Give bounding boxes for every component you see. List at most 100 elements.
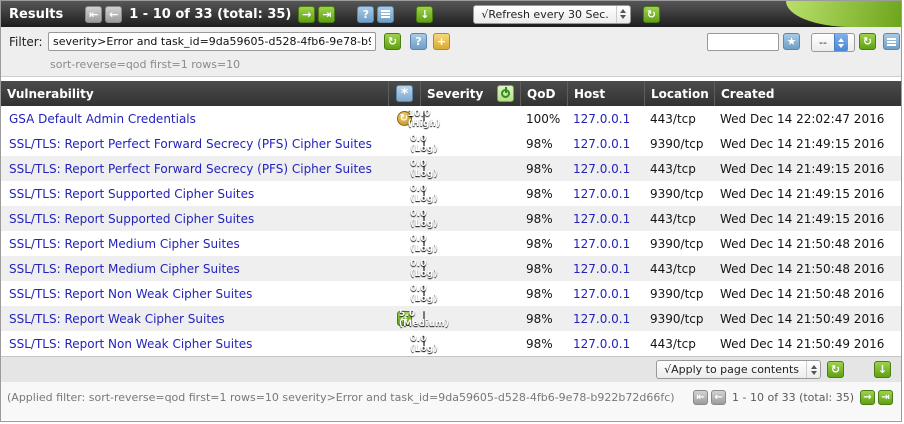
next-page-icon: → [863, 393, 871, 403]
make-named-filter-button[interactable]: ★ [783, 33, 800, 50]
host-link[interactable]: 127.0.0.1 [573, 212, 630, 226]
host-link[interactable]: 127.0.0.1 [573, 287, 630, 301]
severity-bar: 0.0 (Log) [423, 261, 425, 277]
result-name-link[interactable]: GSA Default Admin Credentials [9, 112, 196, 126]
severity-bar: 5.0 (Medium) [423, 311, 425, 327]
location-value: 9390/tcp [644, 312, 714, 326]
severity-bar: 10.0 (High) [423, 111, 425, 127]
footer-pagination: ⇤ ← 1 - 10 of 33 (total: 35) → ⇥ [693, 390, 893, 405]
saved-filter-value: -- [819, 36, 827, 49]
table-row: SSL/TLS: Report Perfect Forward Secrecy … [1, 131, 901, 156]
location-value: 9390/tcp [644, 237, 714, 251]
table-header-row: Vulnerability * Severity QoD Host Locati… [1, 81, 901, 106]
first-page-button[interactable]: ⇤ [85, 6, 102, 23]
result-name-link[interactable]: SSL/TLS: Report Non Weak Cipher Suites [9, 287, 252, 301]
saved-filter-select[interactable]: -- [811, 33, 855, 52]
location-value: 443/tcp [644, 212, 714, 226]
created-value: Wed Dec 14 21:50:49 2016 [714, 337, 901, 351]
next-page-icon: → [302, 9, 311, 20]
apply-overrides-select[interactable]: √Apply to page contents [656, 360, 821, 379]
host-link[interactable]: 127.0.0.1 [573, 337, 630, 351]
table-row: SSL/TLS: Report Perfect Forward Secrecy … [1, 156, 901, 181]
refresh-icon: ↻ [388, 36, 397, 47]
result-name-link[interactable]: SSL/TLS: Report Supported Cipher Suites [9, 187, 254, 201]
pagination-label: 1 - 10 of 33 (total: 35) [732, 391, 854, 404]
host-link[interactable]: 127.0.0.1 [573, 312, 630, 326]
refresh-icon: ↻ [647, 9, 656, 20]
new-filter-icon: + [437, 36, 446, 47]
column-header-host[interactable]: Host [567, 81, 644, 106]
result-name-link[interactable]: SSL/TLS: Report Perfect Forward Secrecy … [9, 162, 372, 176]
column-header-severity[interactable]: Severity [420, 81, 520, 106]
host-link[interactable]: 127.0.0.1 [573, 187, 630, 201]
host-link[interactable]: 127.0.0.1 [573, 162, 630, 176]
column-header-vulnerability[interactable]: Vulnerability [1, 81, 388, 106]
filter-name-input[interactable] [707, 33, 779, 51]
table-row: SSL/TLS: Report Supported Cipher Suites … [1, 181, 901, 206]
apply-saved-filter-button[interactable]: ↻ [859, 33, 876, 50]
column-header-location[interactable]: Location [644, 81, 714, 106]
next-page-button[interactable]: → [860, 390, 875, 405]
host-link[interactable]: 127.0.0.1 [573, 112, 630, 126]
severity-bar: 0.0 (Log) [423, 286, 425, 302]
last-page-button[interactable]: ⇥ [878, 390, 893, 405]
filter-help-button[interactable]: ? [410, 33, 427, 50]
bottom-toolbar: √Apply to page contents ↻ ↓ [1, 356, 901, 382]
column-header-solution-type[interactable]: * [388, 81, 420, 106]
host-link[interactable]: 127.0.0.1 [573, 262, 630, 276]
column-header-created[interactable]: Created [714, 81, 901, 106]
status-bar: (Applied filter: sort-reverse=qod first=… [1, 382, 901, 420]
severity-bar: 0.0 (Log) [423, 336, 425, 352]
help-icon: ? [363, 9, 369, 20]
result-name-link[interactable]: SSL/TLS: Report Medium Cipher Suites [9, 262, 240, 276]
pagination-label: 1 - 10 of 33 (total: 35) [129, 7, 291, 22]
table-row: GSA Default Admin Credentials ↻ ⇄ 10.0 (… [1, 106, 901, 131]
list-icon [887, 41, 896, 43]
help-button[interactable]: ? [357, 6, 374, 23]
select-spinner-icon [616, 6, 630, 23]
result-name-link[interactable]: SSL/TLS: Report Medium Cipher Suites [9, 237, 240, 251]
apply-overrides-value: √Apply to page contents [664, 363, 799, 376]
download-filtered-button[interactable]: ↓ [874, 361, 891, 378]
column-header-qod[interactable]: QoD [520, 81, 567, 106]
filter-input[interactable] [48, 32, 376, 51]
overrides-toggle-icon[interactable] [497, 85, 514, 102]
created-value: Wed Dec 14 21:49:15 2016 [714, 187, 901, 201]
qod-value: 98% [520, 212, 567, 226]
refresh-interval-value: √Refresh every 30 Sec. [481, 8, 608, 21]
qod-value: 98% [520, 337, 567, 351]
severity-bar: 0.0 (Log) [423, 136, 425, 152]
location-value: 9390/tcp [644, 287, 714, 301]
download-icon: ↓ [420, 9, 429, 20]
previous-page-button[interactable]: ← [711, 390, 726, 405]
download-button[interactable]: ↓ [416, 6, 433, 23]
result-name-link[interactable]: SSL/TLS: Report Perfect Forward Secrecy … [9, 137, 372, 151]
refresh-now-button[interactable]: ↻ [643, 6, 660, 23]
manage-filters-button[interactable] [883, 33, 900, 50]
created-value: Wed Dec 14 21:50:48 2016 [714, 262, 901, 276]
filter-extra-keywords: sort-reverse=qod first=1 rows=10 [50, 58, 240, 71]
new-filter-button[interactable]: + [433, 33, 450, 50]
titlebar: Results ⇤ ← 1 - 10 of 33 (total: 35) → ⇥… [1, 1, 901, 27]
result-name-link[interactable]: SSL/TLS: Report Weak Cipher Suites [9, 312, 225, 326]
created-value: Wed Dec 14 21:49:15 2016 [714, 162, 901, 176]
table-row: SSL/TLS: Report Medium Cipher Suites ↻ ⇄… [1, 231, 901, 256]
severity-bar: 0.0 (Log) [423, 236, 425, 252]
refresh-icon: ↻ [831, 364, 840, 375]
list-view-button[interactable] [377, 6, 394, 23]
result-name-link[interactable]: SSL/TLS: Report Non Weak Cipher Suites [9, 337, 252, 351]
first-page-button[interactable]: ⇤ [693, 390, 708, 405]
qod-value: 98% [520, 312, 567, 326]
severity-bar: 0.0 (Log) [423, 211, 425, 227]
host-link[interactable]: 127.0.0.1 [573, 237, 630, 251]
host-link[interactable]: 127.0.0.1 [573, 137, 630, 151]
table-row: SSL/TLS: Report Weak Cipher Suites ↻ ⇄ 5… [1, 306, 901, 331]
previous-page-button[interactable]: ← [105, 6, 122, 23]
apply-overrides-refresh-button[interactable]: ↻ [827, 361, 844, 378]
last-page-button[interactable]: ⇥ [318, 6, 335, 23]
filter-bar: Filter: ↻ ? + sort-reverse=qod first=1 r… [1, 27, 901, 77]
refresh-interval-select[interactable]: √Refresh every 30 Sec. [473, 5, 630, 24]
update-filter-button[interactable]: ↻ [384, 33, 401, 50]
result-name-link[interactable]: SSL/TLS: Report Supported Cipher Suites [9, 212, 254, 226]
next-page-button[interactable]: → [298, 6, 315, 23]
